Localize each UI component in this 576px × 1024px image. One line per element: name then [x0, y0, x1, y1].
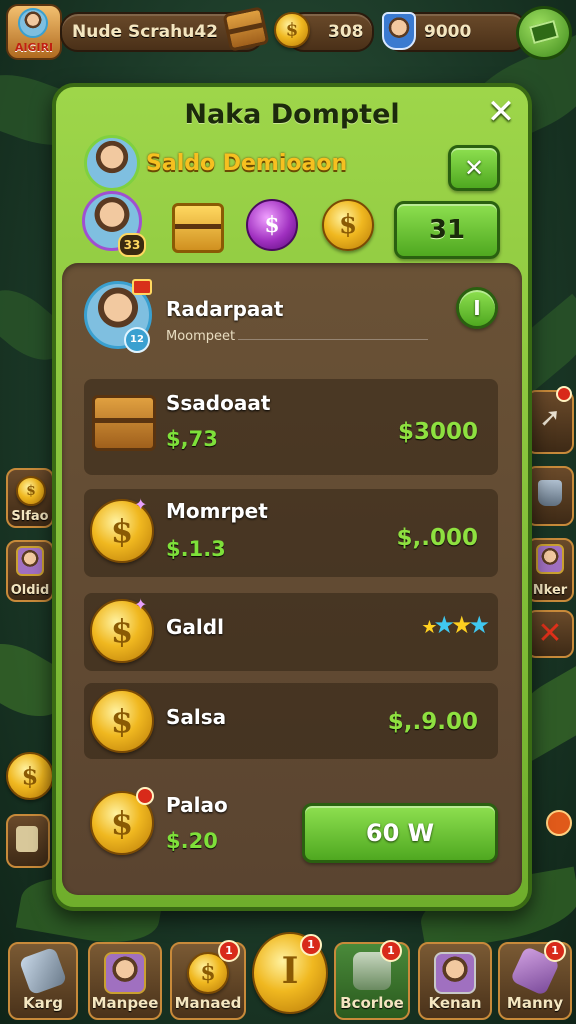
modal-close-button[interactable]: ✕ [484, 95, 518, 129]
scroll-icon [16, 826, 38, 852]
nav-label-2: Manpee [91, 994, 159, 1012]
arrow-icon: ➚ [539, 403, 561, 433]
profile-toggle-button[interactable]: I [456, 287, 498, 329]
gems-value: 9000 [424, 22, 472, 42]
item-name: Salsa [166, 705, 227, 729]
balance-button[interactable]: 31 [394, 201, 500, 259]
profile-detail: Moompeet [166, 329, 236, 344]
right-side-label-3: Nker [532, 583, 568, 598]
nav-label-7: Manny [506, 994, 564, 1012]
profile-divider [238, 339, 428, 340]
left-side-item-3[interactable] [6, 814, 50, 868]
store-item-row[interactable]: ✦ Galdl ★★★★ [84, 593, 498, 671]
left-side-item-1[interactable]: Slfao [6, 468, 54, 528]
store-item-row[interactable]: Ssadoaat $,73 $3000 [84, 379, 498, 475]
player-name: Nude Scrahu42 [72, 22, 218, 42]
sword-icon [18, 946, 68, 996]
star-icon: ★ [421, 617, 437, 638]
item-amount: $3000 [397, 419, 478, 445]
purple-coin-icon[interactable]: $ [246, 199, 298, 251]
nav-label-5: Bcorloe [340, 994, 404, 1012]
add-currency-button[interactable] [516, 6, 572, 60]
player-level-badge: 33 [118, 233, 146, 257]
player-avatar [18, 8, 48, 38]
item-price: $,73 [166, 427, 218, 451]
item-amount: $,.9.00 [387, 709, 478, 735]
nav-badge-7: 1 [544, 940, 566, 962]
gift-icon [132, 279, 152, 295]
close-icon: ✕ [537, 616, 563, 651]
nav-tab-3[interactable]: 1 Manaed [170, 940, 246, 1020]
star-icon: ★ [468, 611, 489, 639]
nav-tab-1[interactable]: Karg [8, 942, 78, 1020]
star-icon: ★ [433, 611, 454, 639]
store-item-list: 12 Radarpaat Moompeet I Ssadoaat $,73 $3… [62, 263, 522, 895]
right-side-item-3[interactable]: Nker [526, 538, 574, 602]
profile-level-badge: 12 [124, 327, 150, 353]
subheader-avatar [84, 135, 140, 191]
gold-bars-icon [222, 6, 270, 52]
nav-label-3: Manaed [174, 994, 242, 1012]
notification-badge [136, 787, 154, 805]
nav-tab-2[interactable]: Manpee [88, 942, 162, 1020]
fire-badge-icon[interactable] [546, 810, 572, 836]
nav-label-6: Kenan [428, 994, 482, 1012]
left-side-item-2[interactable]: Oldid [6, 540, 54, 602]
left-side-label-2: Oldid [10, 583, 50, 598]
right-side-item-4[interactable]: ✕ [526, 610, 574, 658]
top-bar: AIGIRI Nude Scrahu42 308 9000 [0, 0, 576, 62]
nav-badge-3: 1 [218, 940, 240, 962]
treasure-chest-icon [92, 395, 156, 451]
sparkle-icon: ✦ [134, 595, 148, 614]
player-badge-label: AIGIRI [14, 41, 54, 54]
bucket-icon [538, 480, 562, 506]
nav-tab-7[interactable]: 1 Manny [498, 940, 572, 1020]
profile-name: Radarpaat [166, 297, 284, 321]
item-price: $.20 [166, 829, 218, 853]
store-modal: Naka Domptel ✕ Saldo Demioaon ✕ 33 $ 31 … [52, 83, 532, 911]
store-item-row[interactable]: Salsa $,.9.00 [84, 683, 498, 759]
gold-bars-icon [172, 203, 224, 253]
big-coin-icon: I [281, 950, 299, 992]
item-price: $.1.3 [166, 537, 226, 561]
modal-subtitle: Saldo Demioaon [146, 151, 348, 176]
item-name: Galdl [166, 615, 224, 639]
item-amount: $,.000 [396, 525, 479, 551]
nav-tab-6[interactable]: Kenan [418, 942, 492, 1020]
right-side-item-2[interactable] [526, 466, 574, 526]
nav-tab-5[interactable]: 1 Bcorloe [334, 940, 410, 1020]
star-icon: ★ [450, 611, 472, 639]
coin-pile-icon [16, 476, 46, 506]
gold-coin-icon [90, 689, 154, 753]
coins-value: 308 [328, 22, 364, 42]
cash-stack-icon [529, 19, 559, 45]
nav-badge-5: 1 [380, 940, 402, 962]
store-item-row[interactable]: Palao $.20 60 W [84, 781, 498, 877]
player-badge[interactable]: AIGIRI [6, 4, 62, 60]
item-name: Momrpet [166, 499, 268, 523]
modal-title: Naka Domptel [184, 99, 400, 130]
shield-avatar-icon [382, 12, 416, 50]
right-side-item-1[interactable]: ➚ [526, 386, 574, 454]
gold-coin-icon [274, 12, 310, 48]
subheader-close-button[interactable]: ✕ [448, 145, 500, 191]
character-icon [16, 546, 44, 576]
item-name: Palao [166, 793, 228, 817]
store-item-row[interactable]: ✦ Momrpet $.1.3 $,.000 [84, 489, 498, 577]
side-coin-icon[interactable] [6, 752, 54, 800]
rating-stars: ★★★★ [421, 611, 490, 639]
sparkle-icon: ✦ [134, 495, 148, 514]
nav-label-1: Karg [23, 994, 63, 1012]
character-icon [104, 952, 146, 994]
nav-badge-4: 1 [300, 934, 322, 956]
left-side-label-1: Slfao [11, 509, 49, 524]
character-icon [536, 544, 564, 574]
gold-coin-icon[interactable] [322, 199, 374, 251]
item-name: Ssadoaat [166, 391, 271, 415]
notification-badge [556, 386, 572, 402]
character-icon [434, 952, 476, 994]
buy-button[interactable]: 60 W [302, 803, 498, 863]
